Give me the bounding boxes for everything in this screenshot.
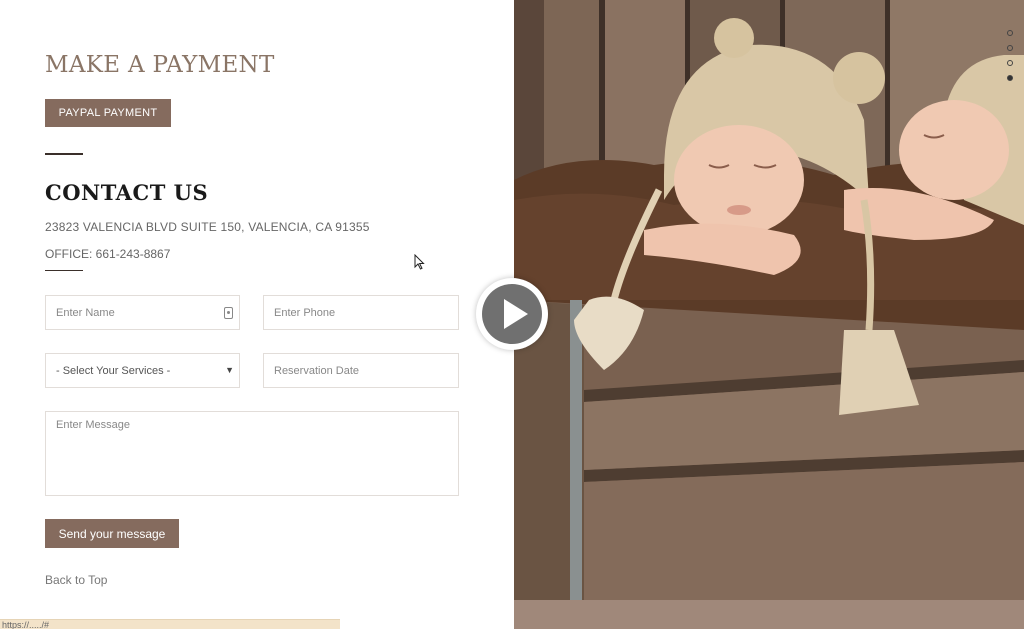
phone-placeholder: Enter Phone <box>274 306 336 319</box>
name-placeholder: Enter Name <box>56 306 115 319</box>
contact-card-icon <box>224 307 233 319</box>
address-text: 23823 VALENCIA BLVD SUITE 150, VALENCIA,… <box>45 220 370 234</box>
paypal-payment-button[interactable]: PAYPAL PAYMENT <box>45 99 171 127</box>
browser-status-bar: https://...../# <box>0 619 340 629</box>
babies-photo <box>514 0 1024 629</box>
services-select[interactable]: - Select Your Services - ▼ <box>45 353 240 388</box>
section-divider <box>45 153 83 155</box>
caret-down-icon: ▼ <box>225 365 234 375</box>
slider-dot-1[interactable] <box>1007 30 1013 36</box>
back-to-top-link[interactable]: Back to Top <box>45 573 107 587</box>
name-input[interactable]: Enter Name <box>45 295 240 330</box>
services-selected-value: - Select Your Services - <box>56 364 171 377</box>
message-textarea[interactable]: Enter Message <box>45 411 459 496</box>
play-button-inner <box>482 284 542 344</box>
phone-input[interactable]: Enter Phone <box>263 295 459 330</box>
contact-panel: MAKE A PAYMENT PAYPAL PAYMENT CONTACT US… <box>0 0 514 629</box>
reservation-date-input[interactable]: Reservation Date <box>263 353 459 388</box>
send-message-button[interactable]: Send your message <box>45 519 179 548</box>
slider-dot-3[interactable] <box>1007 60 1013 66</box>
babies-photo-illustration <box>514 0 1024 629</box>
video-play-button[interactable] <box>476 278 548 350</box>
office-phone-link[interactable]: OFFICE: 661-243-8867 <box>45 247 170 261</box>
slider-dot-2[interactable] <box>1007 45 1013 51</box>
contact-heading: CONTACT US <box>45 180 209 205</box>
payment-heading: MAKE A PAYMENT <box>45 52 275 78</box>
slider-dot-4[interactable] <box>1007 75 1013 81</box>
office-underline <box>45 270 83 271</box>
message-placeholder: Enter Message <box>56 419 130 431</box>
play-icon <box>504 299 528 329</box>
reservation-date-placeholder: Reservation Date <box>274 364 359 377</box>
mouse-cursor-icon <box>414 254 425 270</box>
slider-pagination <box>1007 30 1015 90</box>
